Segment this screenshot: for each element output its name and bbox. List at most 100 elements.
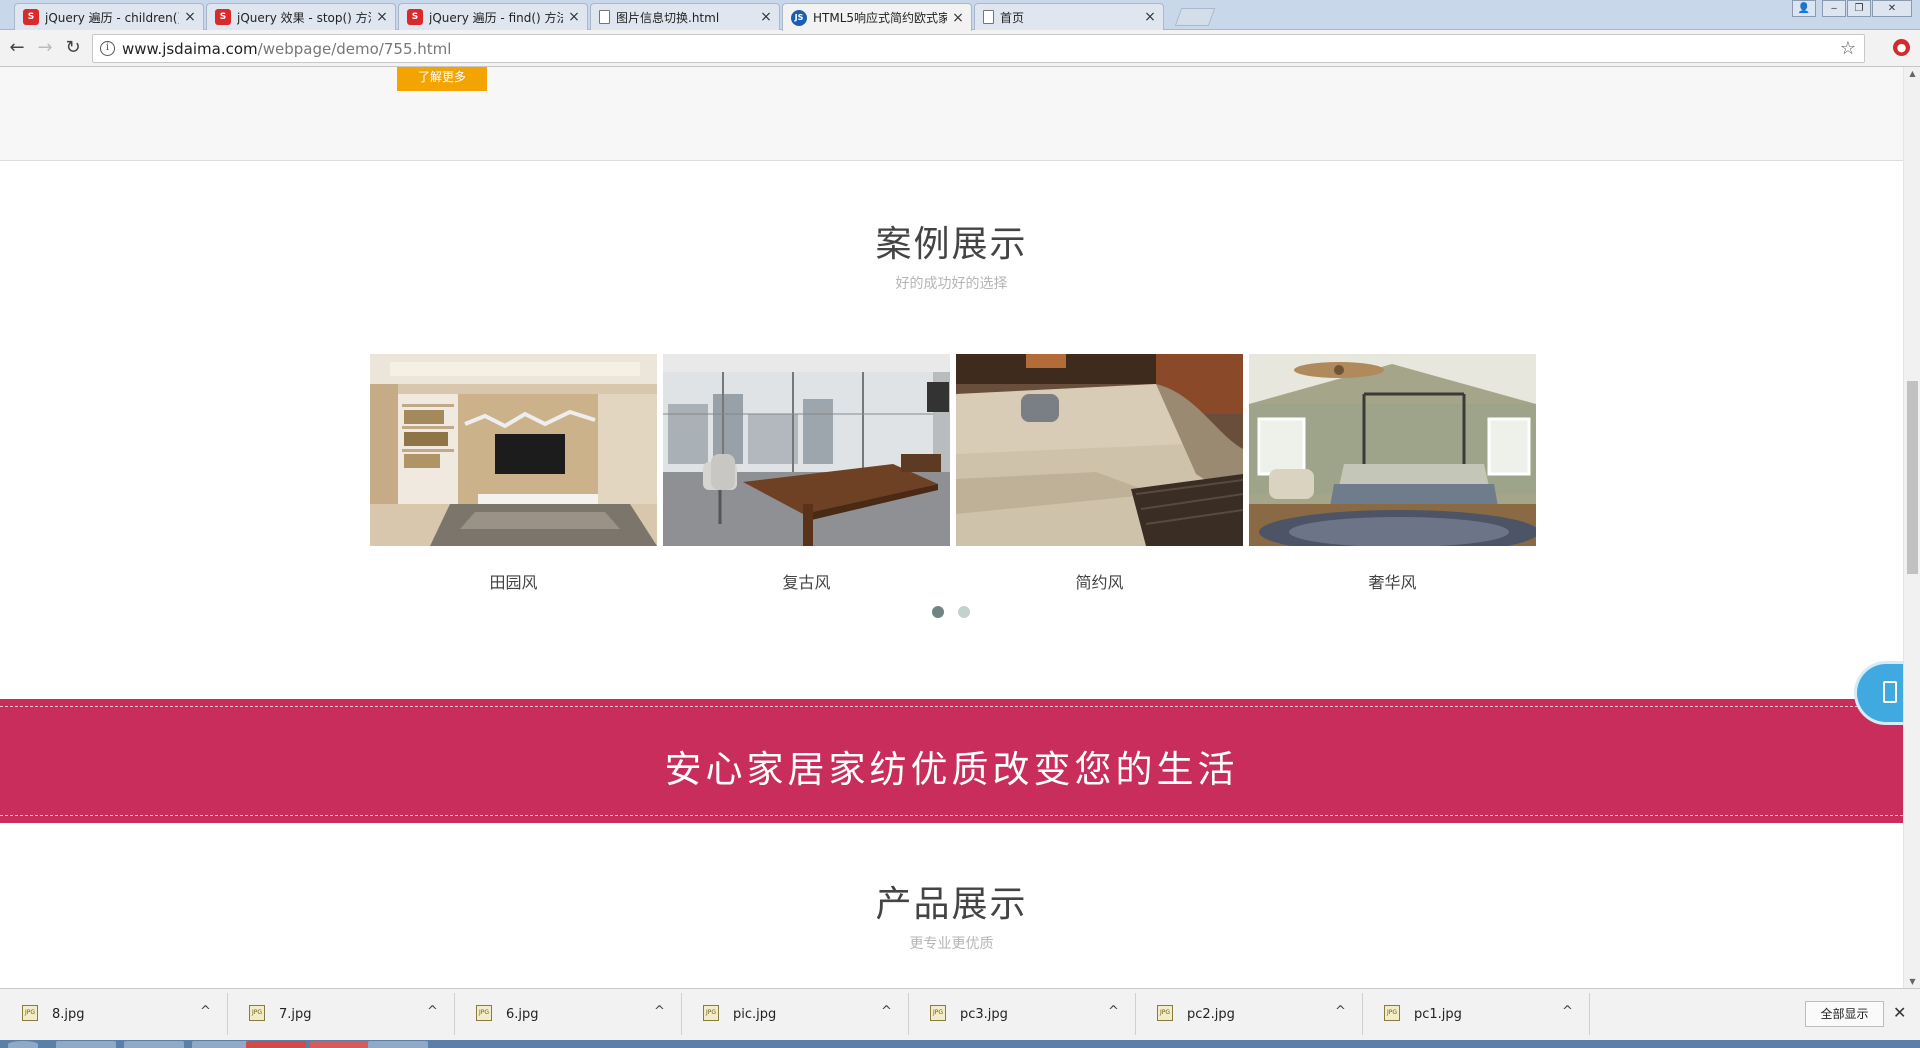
document-icon <box>983 10 994 24</box>
download-filename: pic.jpg <box>733 1007 777 1022</box>
case-caption: 简约风 <box>1075 573 1124 592</box>
about-section: 了解更多 <box>0 67 1903 161</box>
download-item[interactable]: JPG 6.jpg ^ <box>458 993 682 1035</box>
download-item[interactable]: JPG pc3.jpg ^ <box>912 993 1136 1035</box>
tab-title: jQuery 效果 - stop() 方法 <box>237 10 371 25</box>
tab-title: HTML5响应式简约欧式家居 <box>813 11 947 25</box>
chevron-up-icon[interactable]: ^ <box>1335 1004 1346 1019</box>
taskbar-button[interactable] <box>246 1041 306 1048</box>
slogan-banner: 安心家居家纺优质改变您的生活 <box>0 699 1903 823</box>
scroll-up-arrow-icon[interactable]: ▲ <box>1904 69 1920 78</box>
browser-tab[interactable]: 首页 × <box>974 3 1164 30</box>
jsdaima-favicon-icon: S <box>407 9 423 25</box>
taskbar-button[interactable] <box>56 1041 116 1048</box>
download-filename: 8.jpg <box>52 1007 85 1022</box>
products-subtitle: 更专业更优质 <box>909 936 994 952</box>
chevron-up-icon[interactable]: ^ <box>427 1004 438 1019</box>
browser-tab[interactable]: S jQuery 效果 - stop() 方法 × <box>206 3 396 30</box>
case-caption: 田园风 <box>489 573 538 592</box>
download-item[interactable]: JPG pic.jpg ^ <box>685 993 909 1035</box>
banner-dashed-line <box>0 815 1903 816</box>
case-image-bedroom[interactable] <box>1249 354 1536 546</box>
case-image-living-room[interactable] <box>370 354 657 546</box>
case-image-office[interactable] <box>663 354 950 546</box>
chevron-up-icon[interactable]: ^ <box>1562 1004 1573 1019</box>
user-profile-icon[interactable]: 👤 <box>1792 0 1816 17</box>
taskbar-button[interactable] <box>192 1041 252 1048</box>
chevron-up-icon[interactable]: ^ <box>1108 1004 1119 1019</box>
forward-arrow-icon[interactable]: → <box>34 37 56 59</box>
chevron-up-icon[interactable]: ^ <box>654 1004 665 1019</box>
url-host: www.jsdaima.com <box>122 40 258 58</box>
download-item[interactable]: JPG pc1.jpg ^ <box>1366 993 1590 1035</box>
info-icon[interactable]: i <box>100 41 115 56</box>
minimize-icon[interactable]: ‒ <box>1822 0 1846 17</box>
taskbar-button[interactable] <box>124 1041 184 1048</box>
case-caption: 复古风 <box>782 573 831 592</box>
tab-title: 图片信息切换.html <box>616 10 720 25</box>
show-all-downloads-button[interactable]: 全部显示 <box>1805 1001 1884 1027</box>
download-filename: pc3.jpg <box>960 1007 1008 1022</box>
new-tab-button[interactable] <box>1174 8 1216 26</box>
bookmark-star-icon[interactable]: ☆ <box>1840 38 1856 59</box>
close-tab-icon[interactable]: × <box>183 9 197 25</box>
scrollbar-thumb[interactable] <box>1907 381 1918 574</box>
learn-more-button[interactable]: 了解更多 <box>397 67 487 91</box>
url-text: www.jsdaima.com/webpage/demo/755.html <box>122 40 451 58</box>
case-caption: 奢华风 <box>1368 573 1417 592</box>
back-arrow-icon[interactable]: ← <box>6 37 28 59</box>
download-item[interactable]: JPG pc2.jpg ^ <box>1139 993 1363 1035</box>
case-item[interactable]: 田园风 <box>370 354 657 593</box>
url-path: /webpage/demo/755.html <box>257 40 452 58</box>
case-item[interactable]: 复古风 <box>663 354 950 593</box>
chevron-up-icon[interactable]: ^ <box>881 1004 892 1019</box>
browser-tab[interactable]: S jQuery 遍历 - find() 方法 × <box>398 3 588 30</box>
start-button-icon[interactable] <box>8 1041 38 1048</box>
close-tab-icon[interactable]: × <box>951 10 965 26</box>
cases-subtitle: 好的成功好的选择 <box>895 276 1008 292</box>
scroll-down-arrow-icon[interactable]: ▼ <box>1904 977 1920 986</box>
extension-icon[interactable]: ● <box>1893 39 1910 56</box>
jsdaima-favicon-icon: S <box>23 9 39 25</box>
carousel-dot-active[interactable] <box>932 606 944 618</box>
jpg-file-icon: JPG <box>1384 1005 1400 1021</box>
browser-tab[interactable]: S jQuery 遍历 - children() 方法 × <box>14 3 204 30</box>
case-item[interactable]: 简约风 <box>956 354 1243 593</box>
page-viewport: 了解更多 案例展示 好的成功好的选择 田园风 复古风 简约风 奢华风 安心家居家… <box>0 67 1903 988</box>
close-tab-icon[interactable]: × <box>759 9 773 25</box>
taskbar-button[interactable] <box>368 1041 428 1048</box>
restore-icon[interactable]: ❐ <box>1847 0 1871 17</box>
case-item[interactable]: 奢华风 <box>1249 354 1536 593</box>
close-window-icon[interactable]: ✕ <box>1872 0 1912 17</box>
banner-dashed-line <box>0 706 1903 707</box>
download-item[interactable]: JPG 7.jpg ^ <box>231 993 455 1035</box>
toolbar: ← → ↻ i www.jsdaima.com/webpage/demo/755… <box>0 30 1920 67</box>
jpg-file-icon: JPG <box>22 1005 38 1021</box>
jpg-file-icon: JPG <box>930 1005 946 1021</box>
download-item[interactable]: JPG 8.jpg ^ <box>4 993 228 1035</box>
phone-icon <box>1883 681 1897 703</box>
products-title: 产品展示 <box>875 884 1028 925</box>
download-filename: 7.jpg <box>279 1007 312 1022</box>
close-shelf-icon[interactable]: ✕ <box>1893 1003 1906 1022</box>
close-tab-icon[interactable]: × <box>1143 9 1157 25</box>
reload-icon[interactable]: ↻ <box>62 37 84 59</box>
vertical-scrollbar[interactable]: ▲ ▼ <box>1903 67 1920 988</box>
close-tab-icon[interactable]: × <box>567 9 581 25</box>
chevron-up-icon[interactable]: ^ <box>200 1004 211 1019</box>
case-image-sofa[interactable] <box>956 354 1243 546</box>
tab-title: jQuery 遍历 - children() 方法 <box>45 10 179 25</box>
browser-tab-active[interactable]: JS HTML5响应式简约欧式家居 × <box>782 3 972 31</box>
tab-strip: S jQuery 遍历 - children() 方法 × S jQuery 效… <box>0 0 1920 31</box>
cases-title: 案例展示 <box>875 224 1028 265</box>
browser-tab[interactable]: 图片信息切换.html × <box>590 3 780 30</box>
banner-text: 安心家居家纺优质改变您的生活 <box>664 748 1239 791</box>
carousel-dot[interactable] <box>958 606 970 618</box>
jpg-file-icon: JPG <box>476 1005 492 1021</box>
taskbar-button[interactable] <box>310 1041 370 1048</box>
address-bar[interactable]: i www.jsdaima.com/webpage/demo/755.html … <box>92 34 1865 63</box>
close-tab-icon[interactable]: × <box>375 9 389 25</box>
jpg-file-icon: JPG <box>1157 1005 1173 1021</box>
tab-title: jQuery 遍历 - find() 方法 <box>429 10 563 25</box>
download-filename: 6.jpg <box>506 1007 539 1022</box>
